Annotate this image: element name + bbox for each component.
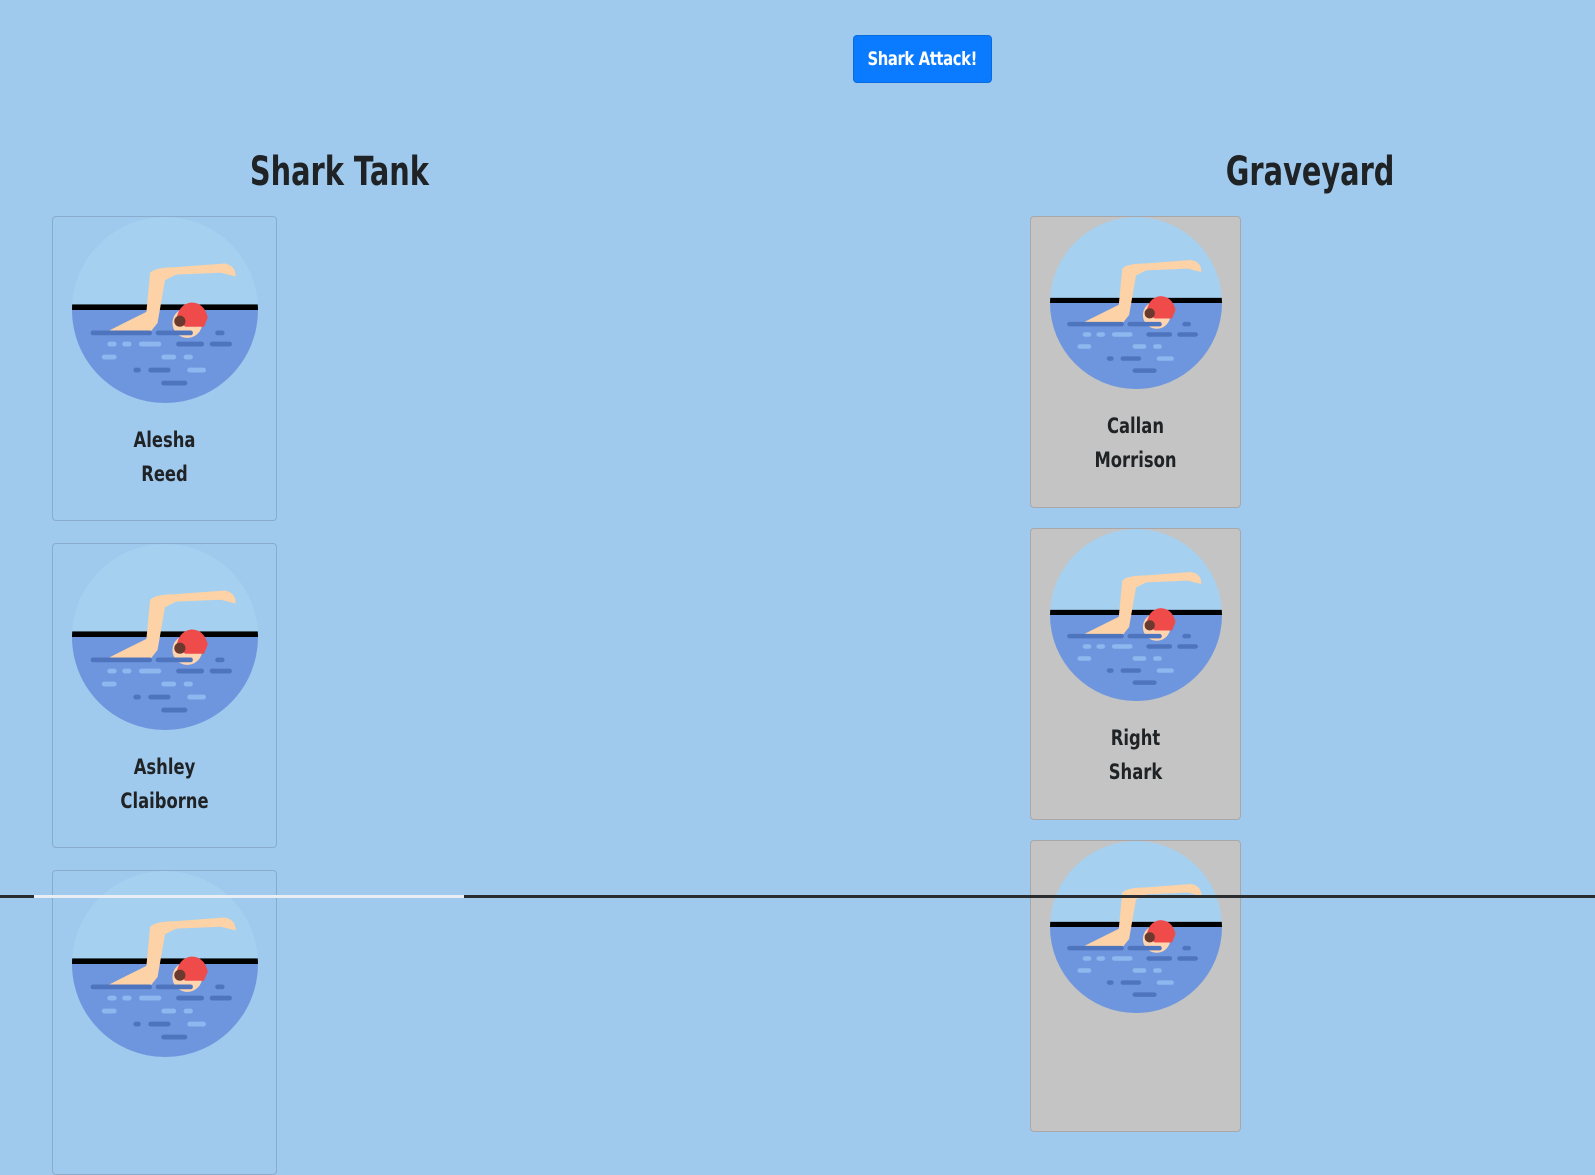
graveyard-heading: Graveyard: [1225, 149, 1395, 195]
tank-card[interactable]: [52, 870, 277, 1175]
swimmer-icon: [1049, 217, 1222, 389]
graveyard-card[interactable]: [1030, 840, 1241, 1132]
tank-card[interactable]: Ashley Claiborne: [52, 543, 277, 848]
graveyard-card[interactable]: Right Shark: [1030, 528, 1241, 820]
swimmer-name: Alesha Reed: [133, 428, 196, 486]
shark-tank-heading: Shark Tank: [249, 149, 429, 195]
swimmer-name: Ashley Claiborne: [120, 755, 209, 813]
swimmer-name: Callan Morrison: [1094, 414, 1177, 472]
graveyard-card[interactable]: Callan Morrison: [1030, 216, 1241, 508]
tank-card[interactable]: Alesha Reed: [52, 216, 277, 521]
swimmer-icon: [1049, 529, 1222, 701]
swimmer-icon: [71, 544, 258, 730]
shark-attack-button[interactable]: Shark Attack!: [853, 35, 992, 83]
swimmer-icon: [71, 217, 258, 403]
swimmer-icon: [1049, 841, 1222, 1013]
swimmer-name: Right Shark: [1108, 726, 1163, 784]
swimmer-icon: [71, 871, 258, 1057]
